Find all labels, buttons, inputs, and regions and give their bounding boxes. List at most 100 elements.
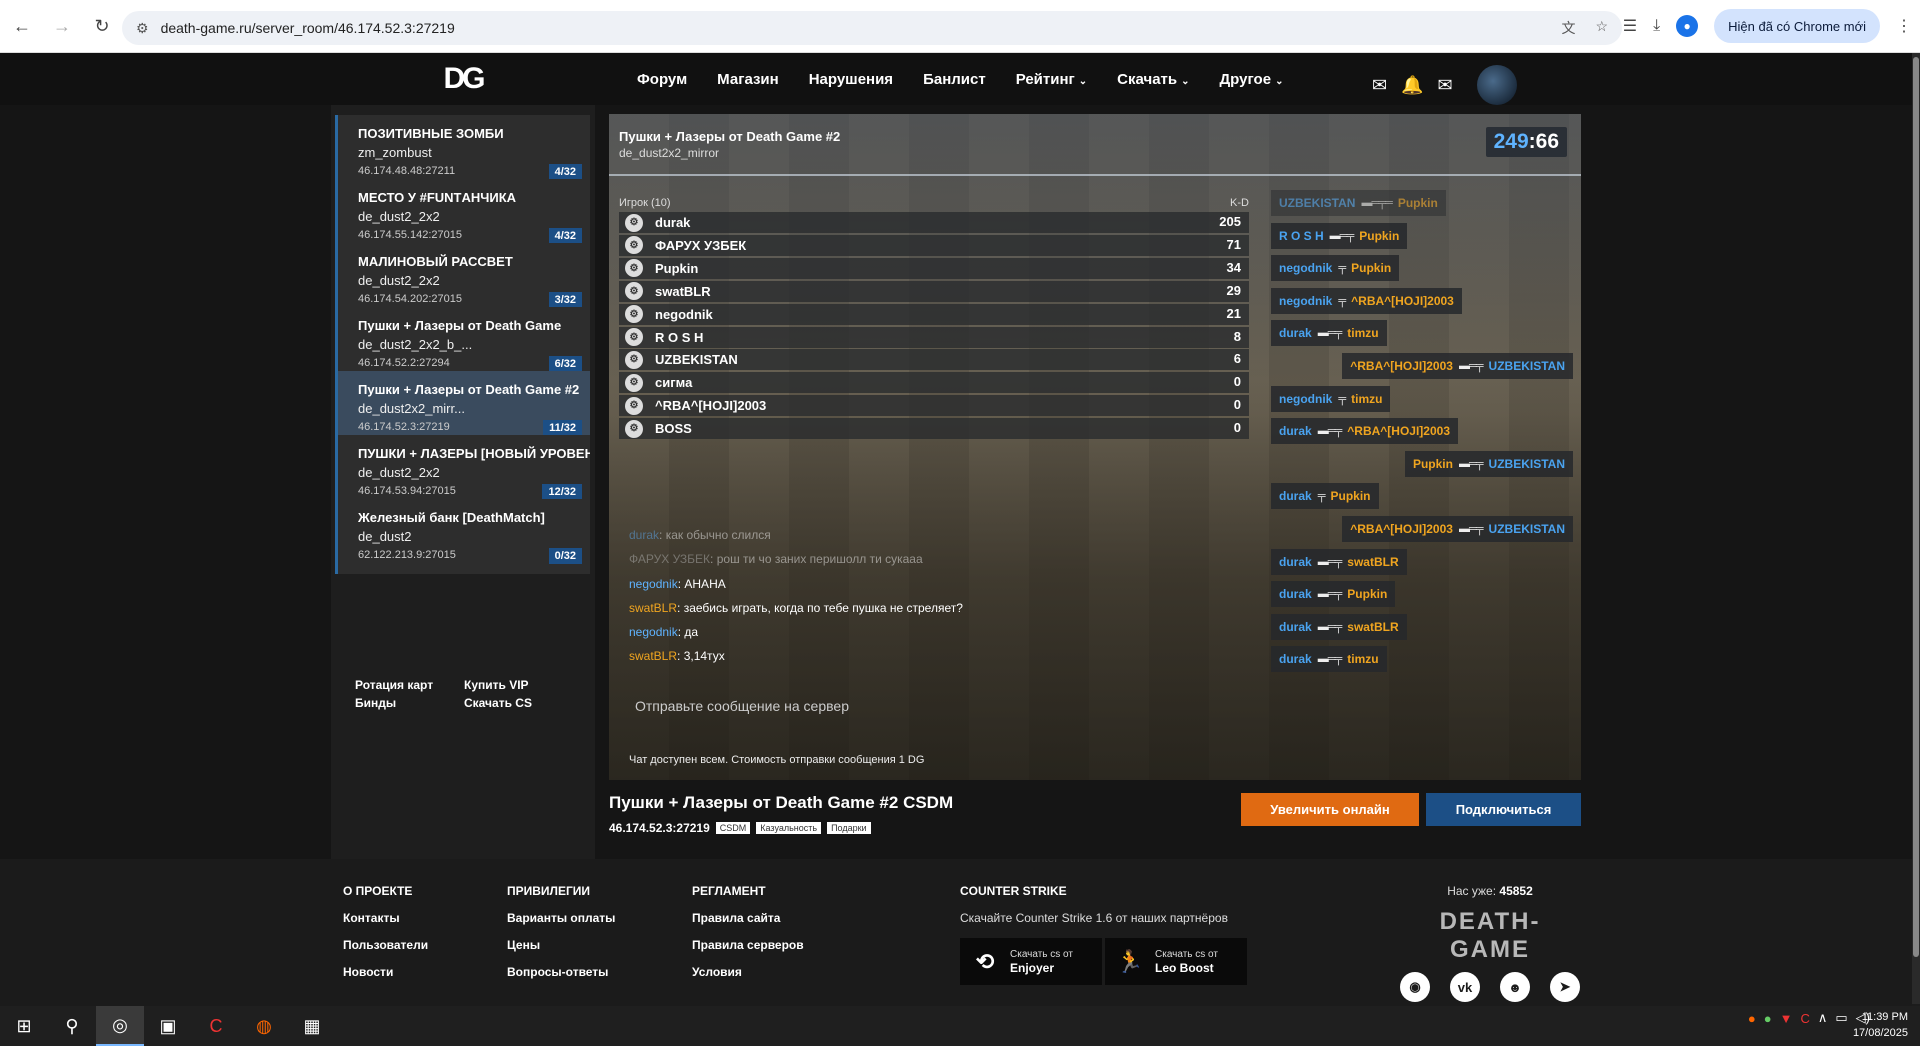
server-map: de_dust2_2x2_b_... — [358, 337, 473, 352]
victim-name: timzu — [1351, 391, 1383, 406]
scoreboard-row[interactable]: ⚙ R O S H 8 — [619, 326, 1249, 348]
profile-icon[interactable]: ● — [1676, 15, 1699, 37]
chat-author: durak — [629, 528, 660, 542]
scoreboard-row[interactable]: ⚙ negodnik 21 — [619, 303, 1249, 325]
nav-0[interactable]: Форум — [637, 71, 687, 88]
chat-text: 3,14тух — [683, 649, 725, 664]
nav-6[interactable]: Другое ⌄ — [1220, 71, 1284, 88]
update-chrome-button[interactable]: Hiện đã có Chrome mới — [1714, 9, 1880, 43]
chrome-icon[interactable]: ◎ — [96, 1006, 144, 1046]
chat-message: ФАРУХ УЗБЕК: рош ти чо заних перишолл ти… — [629, 552, 923, 567]
killer-name: negodnik — [1279, 261, 1333, 276]
cs-description: Скачайте Counter Strike 1.6 от наших пар… — [960, 911, 1228, 925]
scoreboard-row[interactable]: ⚙ swatBLR 29 — [619, 280, 1249, 302]
address-bar[interactable]: ⚙ death-game.ru/server_room/46.174.52.3:… — [122, 11, 1622, 45]
footer-link[interactable]: Новости — [343, 965, 428, 979]
player-name: BOSS — [655, 421, 692, 437]
nav-3[interactable]: Банлист — [923, 71, 986, 88]
footer-link[interactable]: Контакты — [343, 911, 428, 925]
telegram-icon[interactable]: ➤ — [1550, 972, 1580, 1002]
menu-kebab-icon[interactable]: ⋮ — [1896, 16, 1912, 36]
browser-icon[interactable]: ◍ — [240, 1006, 288, 1046]
game-icon[interactable]: ▦ — [288, 1006, 336, 1046]
download-icon[interactable]: ⤓ — [1653, 17, 1660, 35]
clock[interactable]: 11:39 PM 17/08/2025 — [1853, 1009, 1908, 1041]
page-scrollbar[interactable] — [1912, 53, 1920, 1004]
scoreboard-row[interactable]: ⚙ ФАРУХ УЗБЕК 71 — [619, 234, 1249, 256]
scoreboard-row[interactable]: ⚙ BOSS 0 — [619, 418, 1249, 440]
footer-link[interactable]: Условия — [692, 965, 804, 979]
tray-app-icon[interactable]: ● — [1764, 1011, 1772, 1026]
connect-button[interactable]: Подключиться — [1426, 793, 1581, 826]
user-avatar[interactable] — [1476, 65, 1517, 105]
weapon-icon: ╤ — [1317, 490, 1326, 503]
network-icon[interactable]: ▭ — [1835, 1010, 1847, 1026]
player-avatar: ⚙ — [625, 305, 643, 324]
mail-icon[interactable]: ✉ — [1438, 75, 1453, 96]
player-count-badge: 4/32 — [548, 164, 582, 180]
killfeed-entry: ^RBA^[HOJI]2003 ▬═╤ UZBEKISTAN — [1342, 353, 1573, 379]
server-map: de_dust2_2x2 — [358, 273, 440, 288]
player-count-badge: 11/32 — [543, 420, 582, 436]
footer-link[interactable]: Пользователи — [343, 938, 428, 952]
boost-online-button[interactable]: Увеличить онлайн — [1241, 793, 1419, 826]
scoreboard-row[interactable]: ⚙ durak 205 — [619, 212, 1249, 233]
forward-icon[interactable]: → — [44, 8, 80, 44]
victim-name: ^RBA^[HOJI]2003 — [1351, 293, 1454, 308]
tray-app-icon[interactable]: ∧ — [1818, 1010, 1828, 1026]
discord-icon[interactable]: ☻ — [1500, 972, 1530, 1002]
sidebar-link[interactable]: Скачать CS — [464, 696, 573, 710]
chat-input[interactable]: Отправьте сообщение на сервер — [619, 686, 1239, 726]
server-map: de_dust2_2x2 — [358, 209, 440, 224]
sidebar-link[interactable]: Ротация карт — [355, 678, 464, 692]
victim-name: timzu — [1347, 652, 1379, 667]
app-icon[interactable]: ▣ — [144, 1006, 192, 1046]
reload-icon[interactable]: ↻ — [84, 8, 120, 44]
tray-app-icon[interactable]: ● — [1748, 1011, 1756, 1026]
player-name: ^RBA^[HOJI]2003 — [655, 398, 767, 414]
footer-link[interactable]: Правила сайта — [692, 911, 804, 925]
download-leoboost-button[interactable]: 🏃 Скачать cs от Leo Boost — [1105, 938, 1247, 985]
tab-search-icon[interactable]: ☰ — [1623, 16, 1637, 36]
victim-name: swatBLR — [1347, 554, 1399, 569]
sidebar-link[interactable]: Бинды — [355, 696, 464, 710]
round-timer: 249:66 — [1485, 127, 1567, 157]
ccleaner-icon[interactable]: C — [192, 1006, 240, 1046]
back-icon[interactable]: ← — [4, 8, 40, 44]
steam-icon[interactable]: ◉ — [1400, 972, 1430, 1002]
player-avatar: ⚙ — [625, 236, 643, 255]
footer-link[interactable]: Варианты оплаты — [507, 911, 615, 925]
ticket-icon[interactable]: ✉ — [1372, 75, 1387, 96]
server-title: Пушки + Лазеры от Death Game #2 — [358, 382, 580, 397]
translate-icon[interactable]: 文 — [1561, 18, 1575, 38]
scoreboard-row[interactable]: ⚙ UZBEKISTAN 6 — [619, 349, 1249, 371]
start-icon[interactable]: ⊞ — [0, 1006, 48, 1046]
nav-4[interactable]: Рейтинг ⌄ — [1016, 71, 1087, 88]
nav-2[interactable]: Нарушения — [809, 71, 893, 88]
tray-app-icon[interactable]: ▼ — [1780, 1011, 1793, 1026]
search-icon[interactable]: ⚲ — [48, 1006, 96, 1046]
server-card[interactable]: Железный банк [DeathMatch] de_dust2 62.122… — [335, 499, 590, 574]
player-score: 205 — [1219, 214, 1241, 229]
player-score: 8 — [1233, 328, 1241, 344]
vk-icon[interactable]: vk — [1450, 972, 1480, 1002]
scoreboard-row[interactable]: ⚙ сигма 0 — [619, 372, 1249, 394]
site-logo[interactable]: DG — [432, 61, 494, 97]
bookmark-star-icon[interactable]: ☆ — [1595, 18, 1608, 38]
download-enjoyer-button[interactable]: ⟲ Скачать cs от Enjoyer — [960, 938, 1102, 985]
nav-1[interactable]: Магазин — [717, 71, 779, 88]
footer-link[interactable]: Правила серверов — [692, 938, 804, 952]
server-title: ПУШКИ + ЛАЗЕРЫ [НОВЫЙ УРОВЕНЬ] — [358, 446, 590, 461]
scoreboard-row[interactable]: ⚙ ^RBA^[HOJI]2003 0 — [619, 395, 1249, 417]
footer-link[interactable]: Вопросы-ответы — [507, 965, 615, 979]
tray-app-icon[interactable]: C — [1800, 1011, 1809, 1026]
footer-link[interactable]: Цены — [507, 938, 615, 952]
weapon-icon: ▬═╤ — [1317, 653, 1343, 666]
nav-5[interactable]: Скачать ⌄ — [1117, 71, 1189, 88]
site-info-icon[interactable]: ⚙ — [136, 20, 149, 37]
bell-icon[interactable]: 🔔 — [1401, 75, 1423, 96]
sidebar-link[interactable]: Купить VIP — [464, 678, 573, 692]
player-name: UZBEKISTAN — [655, 352, 738, 368]
chat-note: Чат доступен всем. Стоимость отправки со… — [629, 754, 925, 766]
scoreboard-row[interactable]: ⚙ Pupkin 34 — [619, 257, 1249, 279]
